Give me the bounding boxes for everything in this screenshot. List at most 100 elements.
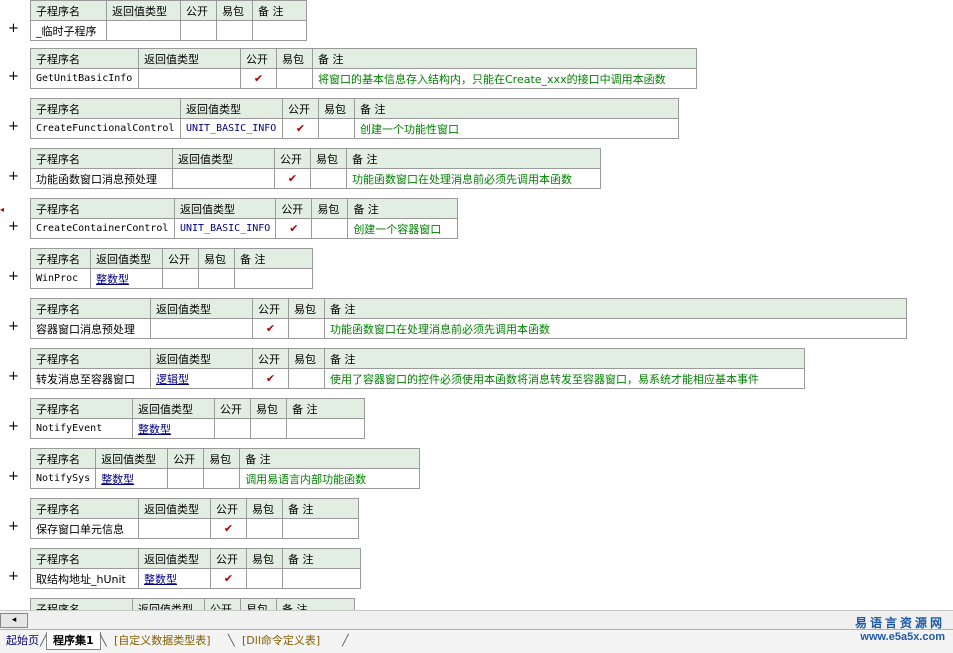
public-check-icon[interactable]: ✔ [275,218,313,239]
subroutine-name[interactable]: 转发消息至容器窗口 [30,368,151,389]
tab-dll-commands[interactable]: [Dll命令定义表] [236,632,326,649]
subroutine-block: + 子程序名 返回值类型 公开 易包 备 注 保存窗口单元信息 ✔ [0,498,953,548]
expand-icon[interactable]: + [8,420,19,433]
header-return-type: 返回值类型 [138,498,211,519]
return-type[interactable] [150,318,253,339]
public-cell[interactable] [167,468,205,489]
return-type[interactable] [106,20,181,41]
subroutine-block: + 子程序名 返回值类型 公开 易包 备 注 取结构地址_hUnit 整数型 ✔ [0,548,953,598]
easy-package-cell[interactable] [288,318,325,339]
expand-icon[interactable]: + [8,520,19,533]
subroutine-name[interactable]: 功能函数窗口消息预处理 [30,168,173,189]
header-public: 公开 [210,498,247,519]
scroll-left-arrow-icon[interactable]: ◂ [0,613,28,628]
header-name: 子程序名 [30,198,175,219]
public-cell[interactable] [162,268,199,289]
return-type[interactable]: 整数型 [90,268,163,289]
public-check-icon[interactable]: ✔ [274,168,311,189]
expand-icon[interactable]: + [8,70,19,83]
easy-package-cell[interactable] [198,268,235,289]
easy-package-cell[interactable] [216,20,253,41]
subroutine-table: 子程序名 返回值类型 公开 易包 备 注 转发消息至容器窗口 逻辑型 ✔ 使用了… [30,348,805,389]
remark[interactable] [252,20,307,41]
subroutine-name[interactable]: 容器窗口消息预处理 [30,318,151,339]
easy-package-cell[interactable] [318,118,355,139]
header-easy-package: 易包 [318,98,355,119]
return-type[interactable]: 整数型 [95,468,169,489]
expand-icon[interactable]: + [8,220,19,233]
subroutine-name[interactable]: 取结构地址_hUnit [30,568,139,589]
expand-icon[interactable]: + [8,120,19,133]
expand-icon[interactable]: + [8,470,19,483]
tab-assembly[interactable]: 程序集1 [46,632,101,650]
code-editor[interactable]: ◂ + 子程序名 返回值类型 公开 易包 备 注 _临时子程序 + 子程序名 返… [0,0,953,610]
remark[interactable]: 将窗口的基本信息存入结构内，只能在Create_xxx的接口中调用本函数 [312,68,697,89]
return-type[interactable]: UNIT_BASIC_INFO [173,218,277,239]
header-return-type: 返回值类型 [106,0,181,21]
header-remark: 备 注 [239,448,421,469]
subroutine-block: + 子程序名 返回值类型 公开 易包 备 注 CreateFunctionalC… [0,98,953,148]
subroutine-name[interactable]: CreateFunctionalControl [30,118,181,139]
public-check-icon[interactable]: ✔ [210,568,247,589]
public-cell[interactable] [214,418,251,439]
public-check-icon[interactable]: ✔ [252,368,289,389]
subroutine-name[interactable]: 保存窗口单元信息 [30,518,139,539]
remark[interactable] [234,268,313,289]
expand-icon[interactable]: + [8,570,19,583]
subroutine-name[interactable]: NotifyEvent [30,418,133,439]
remark[interactable]: 功能函数窗口在处理消息前必须先调用本函数 [324,318,907,339]
easy-package-cell[interactable] [310,168,347,189]
subroutine-name[interactable]: WinProc [30,268,91,289]
public-check-icon[interactable]: ✔ [282,118,319,139]
tab-custom-types[interactable]: [自定义数据类型表] [108,632,217,649]
expand-icon[interactable]: + [8,320,19,333]
expand-icon[interactable]: + [8,170,19,183]
subroutine-name[interactable]: CreateContainerControl [30,218,175,239]
remark[interactable] [286,418,365,439]
horizontal-scrollbar[interactable]: ◂ [0,610,953,629]
subroutine-name[interactable]: GetUnitBasicInfo [30,68,139,89]
easy-package-cell[interactable] [276,68,313,89]
header-name: 子程序名 [30,298,151,319]
remark[interactable]: 调用易语言内部功能函数 [239,468,421,489]
return-type[interactable]: 整数型 [132,418,215,439]
expand-icon[interactable]: + [8,22,19,35]
public-check-icon[interactable]: ✔ [210,518,247,539]
header-public: 公开 [162,248,199,269]
header-return-type: 返回值类型 [138,548,211,569]
easy-package-cell[interactable] [246,568,283,589]
easy-package-cell[interactable] [288,368,325,389]
remark[interactable]: 创建一个功能性窗口 [354,118,679,139]
expand-icon[interactable]: + [8,370,19,383]
subroutine-table: 子程序名 返回值类型 公开 易包 备 注 CreateFunctionalCon… [30,98,679,139]
remark[interactable]: 使用了容器窗口的控件必须使用本函数将消息转发至容器窗口，易系统才能相应基本事件 [324,368,805,389]
return-type[interactable] [138,68,241,89]
public-cell[interactable] [180,20,217,41]
return-type[interactable] [172,168,275,189]
remark[interactable] [282,518,359,539]
easy-package-cell[interactable] [250,418,287,439]
subroutine-name[interactable]: _临时子程序 [30,20,107,41]
public-check-icon[interactable]: ✔ [252,318,289,339]
return-type[interactable] [138,518,211,539]
header-easy-package: 易包 [246,498,283,519]
subroutine-table: 子程序名 返回值类型 公开 易包 备 注 保存窗口单元信息 ✔ [30,498,359,539]
header-return-type: 返回值类型 [150,348,253,369]
remark[interactable] [282,568,361,589]
expand-icon[interactable]: + [8,270,19,283]
return-type[interactable]: 整数型 [138,568,211,589]
header-remark: 备 注 [346,148,601,169]
easy-package-cell[interactable] [246,518,283,539]
return-type[interactable]: UNIT_BASIC_INFO [180,118,283,139]
public-check-icon[interactable]: ✔ [240,68,277,89]
header-easy-package: 易包 [246,548,283,569]
easy-package-cell[interactable] [203,468,241,489]
subroutine-name[interactable]: NotifySys [29,468,97,489]
tab-start-page[interactable]: 起始页 [0,632,45,649]
remark[interactable]: 创建一个容器窗口 [347,218,459,239]
remark[interactable]: 功能函数窗口在处理消息前必须先调用本函数 [346,168,601,189]
return-type[interactable]: 逻辑型 [150,368,253,389]
easy-package-cell[interactable] [311,218,349,239]
header-name: 子程序名 [30,348,151,369]
tab-bar: 起始页 ╱ 程序集1 ╲ [自定义数据类型表] ╲ [Dll命令定义表] ╱ [0,629,953,653]
